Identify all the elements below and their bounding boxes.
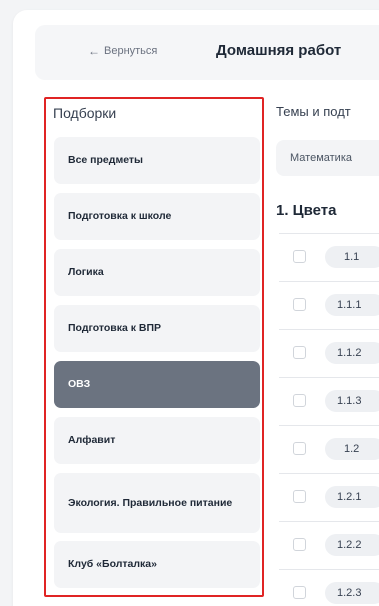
section-heading: 1. Цвета (276, 202, 337, 219)
topic-checkbox[interactable] (293, 394, 306, 407)
topic-row[interactable]: 1.1 (279, 233, 379, 281)
topic-row[interactable]: 1.2.2 (279, 521, 379, 569)
sidebar-item-all-subjects[interactable]: Все предметы (54, 137, 260, 184)
topic-row[interactable]: 1.1.3 (279, 377, 379, 425)
sidebar-item-label: Алфавит (68, 434, 116, 447)
back-link[interactable]: ← Вернуться (88, 45, 157, 57)
page: ← Вернуться Домашняя работ Подборки Все … (0, 0, 379, 606)
collections-sidebar: Подборки Все предметы Подготовка к школе… (44, 97, 264, 597)
sidebar-item-label: Все предметы (68, 154, 144, 167)
topic-number-badge: 1.2.3 (325, 582, 379, 604)
topic-number-badge: 1.2 (325, 438, 379, 460)
topics-label: Темы и подт (276, 104, 351, 119)
sidebar-item-alphabet[interactable]: Алфавит (54, 417, 260, 464)
topic-number-badge: 1.1 (325, 246, 379, 268)
topic-row[interactable]: 1.1.2 (279, 329, 379, 377)
topic-row[interactable]: 1.2.1 (279, 473, 379, 521)
back-label: Вернуться (104, 45, 158, 57)
sidebar-item-label: Экология. Правильное питание (68, 496, 233, 509)
sidebar-item-ecology[interactable]: Экология. Правильное питание (54, 473, 260, 533)
topic-number-badge: 1.1.3 (325, 390, 379, 412)
topic-row[interactable]: 1.2.3 (279, 569, 379, 606)
arrow-left-icon: ← (88, 44, 100, 58)
topic-checkbox[interactable] (293, 442, 306, 455)
sidebar-item-label: Подготовка к ВПР (68, 322, 162, 335)
topic-number-badge: 1.2.1 (325, 486, 379, 508)
page-title: Домашняя работ (216, 42, 342, 59)
topic-row[interactable]: 1.1.1 (279, 281, 379, 329)
subject-select[interactable]: Математика (276, 140, 379, 176)
sidebar-item-vpr-prep[interactable]: Подготовка к ВПР (54, 305, 260, 352)
sidebar-item-label: ОВЗ (68, 378, 91, 391)
topic-checkbox[interactable] (293, 250, 306, 263)
sidebar-item-logic[interactable]: Логика (54, 249, 260, 296)
sidebar-item-ovz[interactable]: ОВЗ (54, 361, 260, 408)
topic-checkbox[interactable] (293, 538, 306, 551)
sidebar-item-label: Клуб «Болталка» (68, 558, 157, 571)
sidebar-item-label: Логика (68, 266, 104, 279)
topic-number-badge: 1.1.2 (325, 342, 379, 364)
topic-number-badge: 1.1.1 (325, 294, 379, 316)
topic-checkbox[interactable] (293, 298, 306, 311)
topic-row[interactable]: 1.2 (279, 425, 379, 473)
sidebar-item-boltalka-club[interactable]: Клуб «Болталка» (54, 541, 260, 588)
topic-checkbox[interactable] (293, 490, 306, 503)
sidebar-title: Подборки (53, 105, 117, 121)
sidebar-item-school-prep[interactable]: Подготовка к школе (54, 193, 260, 240)
topic-number-badge: 1.2.2 (325, 534, 379, 556)
topic-checkbox[interactable] (293, 586, 306, 599)
topic-checkbox[interactable] (293, 346, 306, 359)
sidebar-item-label: Подготовка к школе (68, 210, 172, 223)
